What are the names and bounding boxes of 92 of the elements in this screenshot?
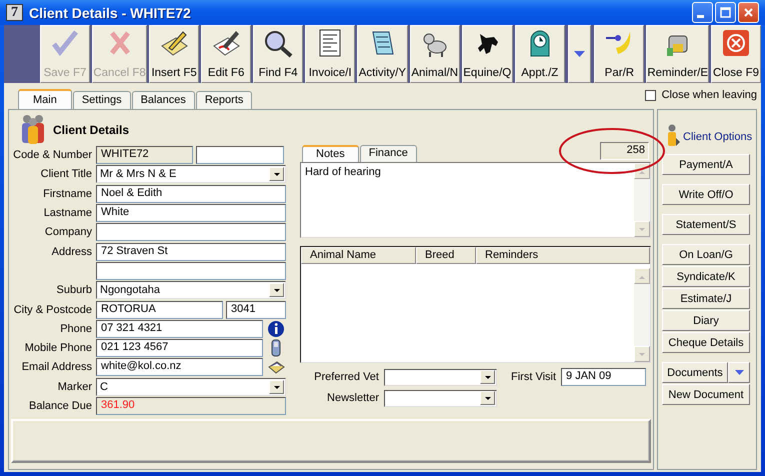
field-label: Email Address bbox=[20, 361, 93, 374]
tab[interactable]: Settings bbox=[72, 91, 131, 110]
maximize-icon bbox=[719, 6, 732, 20]
text-field[interactable]: white@kol.co.nz bbox=[96, 358, 263, 376]
text-field[interactable]: 07 321 4321 bbox=[96, 320, 263, 338]
column-header[interactable]: Animal Name bbox=[301, 247, 416, 264]
minimize-icon bbox=[697, 14, 704, 18]
field-label: Balance Due bbox=[28, 400, 93, 412]
toolbar-button[interactable]: Appt./Z bbox=[514, 25, 565, 84]
tab[interactable]: Balances bbox=[132, 91, 195, 110]
code-field: WHITE72 bbox=[96, 146, 193, 164]
text-field[interactable]: White bbox=[96, 204, 286, 222]
panel-heading: Client Options bbox=[683, 131, 752, 144]
text-field[interactable]: 021 123 4567 bbox=[96, 339, 263, 358]
city-field[interactable]: ROTORUA bbox=[96, 300, 223, 319]
minimize-button[interactable] bbox=[692, 2, 713, 24]
magnifier-icon bbox=[263, 28, 294, 58]
postcode-field[interactable]: 3041 bbox=[226, 300, 286, 319]
info-icon[interactable] bbox=[267, 320, 285, 338]
people-icon bbox=[19, 112, 47, 145]
field-label: Mobile Phone bbox=[24, 342, 93, 354]
option-button[interactable]: Payment/A bbox=[662, 154, 750, 176]
option-button[interactable]: Diary bbox=[662, 310, 750, 332]
option-button[interactable]: Cheque Details bbox=[662, 332, 750, 354]
checkmark-icon bbox=[50, 28, 80, 58]
preferred-vet-dropdown[interactable] bbox=[384, 368, 497, 386]
close-button[interactable] bbox=[738, 2, 759, 24]
person-icon bbox=[666, 124, 680, 148]
dropdown-field[interactable]: C bbox=[96, 378, 286, 396]
option-button[interactable]: New Document bbox=[662, 384, 750, 406]
balance-field: 361.90 bbox=[96, 397, 286, 415]
toolbar-button[interactable]: Activity/Y bbox=[357, 25, 408, 84]
text-field[interactable]: 72 Straven St bbox=[96, 242, 286, 261]
option-button[interactable]: Syndicate/K bbox=[662, 266, 750, 288]
field-label: Preferred Vet bbox=[313, 371, 380, 384]
text-field[interactable]: Noel & Edith bbox=[96, 184, 286, 203]
notes-field[interactable]: Hard of hearing bbox=[300, 162, 651, 238]
counter-field: 258 bbox=[600, 142, 649, 160]
section-heading: Client Details bbox=[53, 123, 130, 138]
option-button[interactable]: Estimate/J bbox=[662, 288, 750, 310]
field-label: Marker bbox=[56, 380, 93, 393]
field-label: Company bbox=[44, 226, 93, 238]
field-label: City & Postcode bbox=[12, 304, 93, 316]
toolbar-button[interactable]: Reminder/E bbox=[646, 25, 709, 84]
field-label: Phone bbox=[59, 322, 93, 335]
tab[interactable]: Reports bbox=[196, 91, 252, 110]
option-button[interactable]: Documents bbox=[662, 362, 728, 384]
scrollbar[interactable] bbox=[634, 163, 650, 238]
field-label: Client Title bbox=[40, 168, 93, 180]
app-icon: 7 bbox=[6, 4, 23, 22]
toolbar-button[interactable]: Equine/Q bbox=[462, 25, 513, 84]
newsletter-dropdown[interactable] bbox=[384, 390, 497, 407]
column-header[interactable]: Reminders bbox=[476, 247, 650, 264]
tab[interactable]: Notes bbox=[302, 145, 359, 162]
toolbar-button[interactable]: Find F4 bbox=[253, 25, 304, 84]
close-icon bbox=[742, 6, 755, 20]
toolbar-button[interactable]: Par/R bbox=[594, 25, 644, 84]
notes-text: Hard of hearing bbox=[305, 166, 381, 180]
toolbar-button[interactable]: Animal/N bbox=[410, 25, 460, 84]
pencil-paper-icon bbox=[211, 28, 242, 58]
window-title: Client Details - WHITE72 bbox=[29, 4, 192, 21]
checkbox[interactable] bbox=[644, 90, 656, 101]
toolbar-button[interactable]: Insert F5 bbox=[149, 25, 200, 84]
tab[interactable]: Finance bbox=[360, 145, 417, 162]
field-label: Suburb bbox=[56, 284, 93, 296]
option-button[interactable]: On Loan/G bbox=[662, 244, 750, 266]
field-label: First Visit bbox=[511, 371, 558, 384]
tab[interactable]: Main bbox=[18, 89, 72, 110]
toolbar-button[interactable]: Edit F6 bbox=[201, 25, 252, 84]
maximize-button[interactable] bbox=[715, 2, 736, 24]
close-icon bbox=[720, 28, 751, 58]
field-label: Address bbox=[50, 246, 93, 258]
field-label: Lastname bbox=[42, 207, 93, 220]
text-field[interactable] bbox=[96, 262, 286, 280]
text-field[interactable] bbox=[96, 223, 286, 242]
number-field[interactable] bbox=[196, 146, 284, 164]
toolbar-button[interactable]: Close F9 bbox=[710, 25, 761, 84]
option-button[interactable]: Write Off/O bbox=[662, 184, 750, 206]
field-label: Code & Number bbox=[12, 149, 93, 162]
dropdown-field[interactable]: Ngongotaha bbox=[96, 281, 286, 300]
caret-icon bbox=[734, 370, 744, 376]
dropdown-button[interactable] bbox=[728, 362, 750, 384]
column-header[interactable]: Breed bbox=[416, 247, 476, 264]
toolbar-button[interactable]: Invoice/I bbox=[305, 25, 356, 84]
checkbox-label: Close when leaving bbox=[662, 89, 757, 102]
option-button[interactable]: Statement/S bbox=[662, 214, 750, 236]
first-visit-field[interactable]: 9 JAN 09 bbox=[561, 368, 646, 386]
dropdown-field[interactable]: Mr & Mrs N & E bbox=[96, 165, 286, 184]
caret-icon bbox=[574, 51, 586, 58]
dropdown-button[interactable] bbox=[568, 25, 592, 84]
field-label: Newsletter bbox=[326, 392, 380, 404]
field-label: Firstname bbox=[42, 188, 93, 200]
